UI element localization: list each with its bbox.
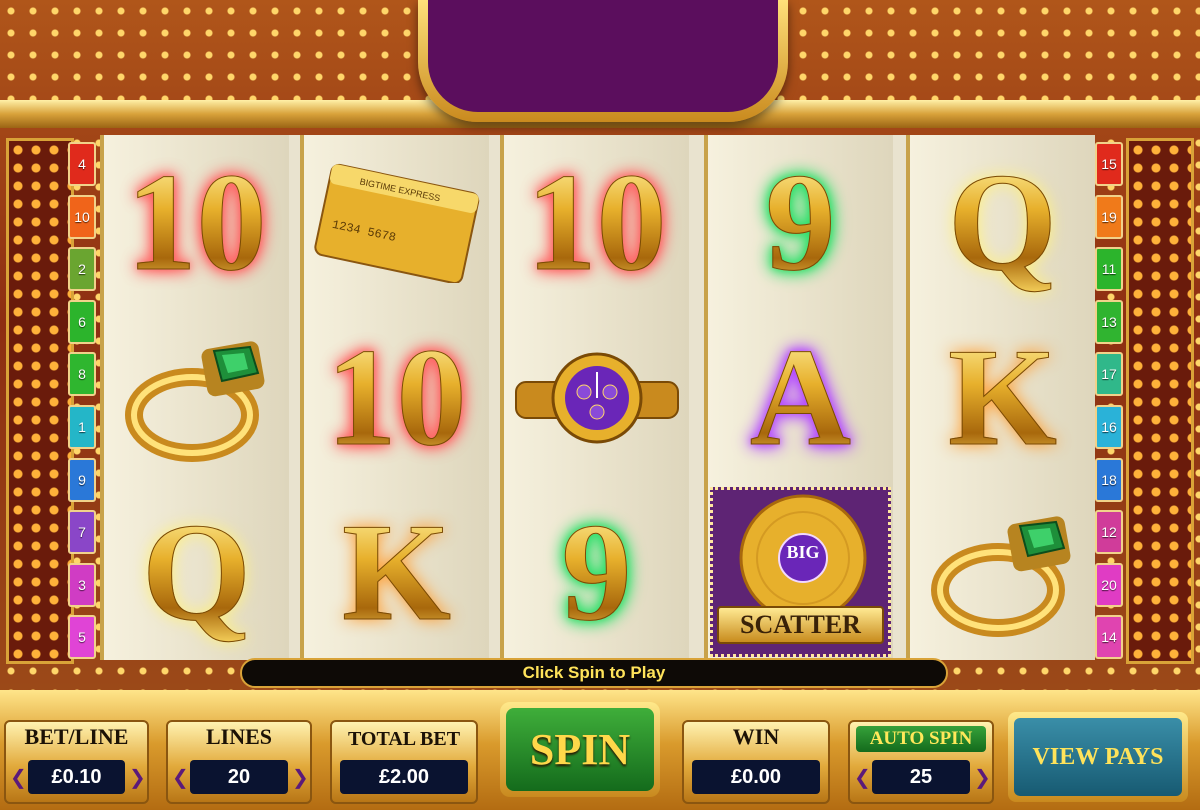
right-payline-badge: 20 — [1095, 562, 1123, 607]
king-symbol: K — [304, 485, 489, 660]
lines-increase-arrow-icon[interactable]: ❯ — [292, 766, 309, 788]
scatter-badge: BIG — [786, 542, 820, 562]
king-symbol: K — [910, 310, 1095, 485]
left-payline-badge: 10 — [68, 194, 96, 239]
emerald-ring-icon — [910, 485, 1095, 660]
left-payline-badge: 6 — [68, 299, 96, 344]
auto-spin-button[interactable]: AUTO SPIN — [856, 726, 986, 752]
symbol-text: 10 — [526, 144, 667, 300]
lines-title: LINES — [205, 724, 273, 749]
left-payline-badge: 8 — [68, 352, 96, 397]
ten-symbol: 10 — [504, 135, 689, 310]
left-payline-indicators: 4 10 2 6 8 1 9 7 3 5 — [68, 142, 98, 668]
symbol-text: 10 — [126, 144, 267, 300]
reel-5: QK — [906, 135, 1095, 660]
lines-decrease-arrow-icon[interactable]: ❮ — [172, 766, 189, 788]
credit-card-icon: BIGTIME EXPRESS 1234 5678 — [304, 135, 489, 310]
right-payline-indicators: 15 19 11 13 17 16 18 12 20 14 — [1095, 142, 1125, 668]
reel-2: BIGTIME EXPRESS 1234 5678 10 K — [300, 135, 489, 660]
top-sign-panel — [418, 0, 788, 122]
bet-line-value: £0.10 — [28, 760, 125, 794]
left-payline-badge: 1 — [68, 404, 96, 449]
symbol-text: K — [342, 494, 452, 650]
left-payline-badge: 4 — [68, 142, 96, 186]
gold-record-scatter-icon: BIG SCATTER — [708, 485, 893, 660]
right-payline-badge: 19 — [1095, 194, 1123, 239]
reel-3: 10 9 — [500, 135, 689, 660]
lines-value: 20 — [190, 760, 288, 794]
spin-label: SPIN — [506, 708, 654, 791]
top-sign-display — [428, 0, 778, 112]
reel-4: 9 A BIG SCATTER — [704, 135, 893, 660]
ten-symbol: 10 — [304, 310, 489, 485]
total-bet-value: £2.00 — [340, 760, 468, 794]
scatter-frame: BIG SCATTER — [710, 487, 891, 657]
scatter-label: SCATTER — [717, 606, 884, 644]
ten-symbol: 10 — [104, 135, 289, 310]
right-payline-badge: 14 — [1095, 615, 1123, 660]
symbol-text: Q — [142, 494, 252, 650]
right-bulb-pillar — [1126, 138, 1194, 664]
right-payline-badge: 11 — [1095, 247, 1123, 292]
left-payline-badge: 9 — [68, 457, 96, 502]
right-payline-badge: 15 — [1095, 142, 1123, 186]
left-payline-badge: 3 — [68, 562, 96, 607]
view-pays-label: VIEW PAYS — [1014, 718, 1182, 796]
bet-line-increase-arrow-icon[interactable]: ❯ — [129, 766, 146, 788]
queen-symbol: Q — [104, 485, 289, 660]
spin-button[interactable]: SPIN — [500, 702, 660, 797]
win-panel: WIN £0.00 — [682, 720, 830, 804]
symbol-text: Q — [948, 144, 1058, 300]
ace-symbol: A — [708, 310, 893, 485]
gold-watch-icon — [504, 310, 689, 485]
symbol-text: 10 — [326, 319, 467, 475]
nine-symbol: 9 — [504, 485, 689, 660]
right-payline-badge: 13 — [1095, 299, 1123, 344]
message-bar: Click Spin to Play — [240, 658, 948, 688]
symbol-text: A — [749, 319, 852, 475]
lines-panel: LINES ❮ 20 ❯ — [166, 720, 312, 804]
emerald-ring-icon — [104, 310, 289, 485]
nine-symbol: 9 — [708, 135, 893, 310]
bet-line-panel: BET/LINE ❮ £0.10 ❯ — [4, 720, 149, 804]
symbol-text: K — [948, 319, 1058, 475]
symbol-text: 9 — [561, 494, 632, 650]
bet-line-title: BET/LINE — [24, 724, 129, 749]
right-payline-badge: 12 — [1095, 510, 1123, 555]
left-payline-badge: 7 — [68, 510, 96, 555]
view-pays-button[interactable]: VIEW PAYS — [1008, 712, 1188, 802]
symbol-text: 9 — [765, 144, 836, 300]
bet-line-decrease-arrow-icon[interactable]: ❮ — [10, 766, 27, 788]
auto-spin-value: 25 — [872, 760, 970, 794]
right-payline-badge: 16 — [1095, 404, 1123, 449]
right-payline-badge: 18 — [1095, 457, 1123, 502]
left-payline-badge: 5 — [68, 615, 96, 660]
auto-spin-decrease-arrow-icon[interactable]: ❮ — [854, 766, 871, 788]
auto-spin-panel: AUTO SPIN ❮ 25 ❯ — [848, 720, 994, 804]
win-title: WIN — [732, 724, 780, 749]
reel-grid: 10 Q BIGTIME EXPRESS 1234 5678 10 K 10 9 9 A BIG SC… — [100, 135, 1095, 660]
reel-1: 10 Q — [100, 135, 289, 660]
right-payline-badge: 17 — [1095, 352, 1123, 397]
queen-symbol: Q — [910, 135, 1095, 310]
left-bulb-pillar — [6, 138, 74, 664]
left-payline-badge: 2 — [68, 247, 96, 292]
auto-spin-increase-arrow-icon[interactable]: ❯ — [974, 766, 991, 788]
win-value: £0.00 — [692, 760, 820, 794]
total-bet-title: TOTAL BET — [347, 728, 461, 750]
total-bet-panel: TOTAL BET £2.00 — [330, 720, 478, 804]
